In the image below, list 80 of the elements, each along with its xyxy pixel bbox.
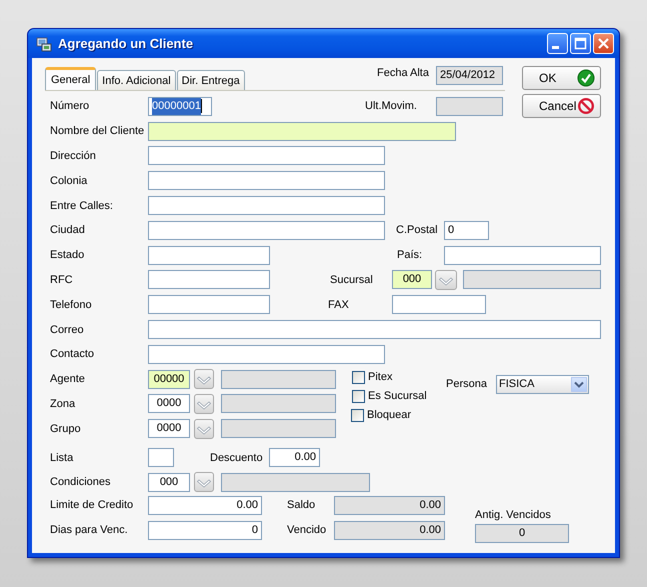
text-field[interactable] <box>148 448 174 468</box>
field-label: Saldo <box>287 498 316 512</box>
dropdown-button[interactable] <box>194 394 214 414</box>
field-label: Pitex <box>368 370 394 384</box>
field-label: Ult.Movim. <box>365 99 418 114</box>
field-label: Telefono <box>50 298 93 312</box>
field-label: Dirección <box>50 148 97 163</box>
field-label: RFC <box>50 272 74 287</box>
text-field[interactable] <box>148 196 385 216</box>
text-field[interactable]: 0 <box>148 520 262 540</box>
dropdown-button[interactable] <box>435 270 457 290</box>
text-field[interactable]: 0.00 <box>148 496 262 515</box>
text-field[interactable] <box>148 171 385 190</box>
prohibited-icon <box>577 97 595 115</box>
text-field[interactable]: 0000 <box>148 394 190 414</box>
tab[interactable]: Info. Adicional <box>97 70 176 90</box>
text-field[interactable] <box>444 246 601 265</box>
field-label: País: <box>397 248 424 262</box>
dropdown-button[interactable] <box>194 418 214 439</box>
cancel-button[interactable]: Cancel <box>522 94 601 118</box>
field-label: Nombre del Cliente <box>50 124 145 138</box>
text-field[interactable]: 000 <box>392 270 432 290</box>
text-field[interactable] <box>148 122 456 141</box>
field-label: Sucursal <box>330 272 374 287</box>
text-field[interactable]: 0 <box>444 220 489 240</box>
close-button[interactable] <box>593 33 614 54</box>
field-label: Vencido <box>287 523 328 538</box>
field-label: Colonia <box>50 174 88 188</box>
field-label: Zona <box>50 396 76 411</box>
text-field[interactable] <box>148 146 385 166</box>
text-field[interactable] <box>148 246 270 265</box>
field-label: C.Postal <box>396 223 439 238</box>
field-label: Es Sucursal <box>368 389 428 404</box>
chevron-down-icon <box>574 380 584 388</box>
field-label: Contacto <box>50 347 96 362</box>
field-label: Grupo <box>50 422 82 436</box>
field-label: Ciudad <box>50 223 86 238</box>
window-title: Agregando un Cliente <box>58 36 194 51</box>
field-label: FAX <box>328 298 350 312</box>
field-label: Entre Calles: <box>50 198 114 213</box>
text-field[interactable] <box>148 270 270 290</box>
text-field[interactable]: 00000 <box>148 370 190 389</box>
text-field[interactable]: 000 <box>148 472 190 492</box>
checkbox[interactable] <box>351 408 364 422</box>
text-field[interactable]: 0.00 <box>269 448 320 468</box>
tab[interactable]: Dir. Entrega <box>176 70 245 90</box>
field-label: Persona <box>446 377 488 392</box>
text-field[interactable] <box>148 220 385 240</box>
check-icon <box>577 69 595 87</box>
field-label: Antig. Vencidos <box>475 508 552 522</box>
field-label: Agente <box>50 372 86 386</box>
text-field[interactable] <box>148 344 385 364</box>
field-label: Condiciones <box>50 475 112 490</box>
dropdown-button[interactable] <box>194 369 214 390</box>
tab[interactable]: General <box>45 67 96 90</box>
field-label: Limite de Credito <box>50 498 134 512</box>
maximize-icon <box>574 37 587 50</box>
minimize-button[interactable] <box>547 33 568 54</box>
field-label: Bloquear <box>367 408 412 422</box>
text-field[interactable]: 0000 <box>148 419 190 438</box>
field-label: Fecha Alta <box>377 66 430 80</box>
text-field[interactable] <box>148 320 601 340</box>
close-icon <box>597 37 610 50</box>
computer-icon <box>36 36 52 52</box>
field-label: Número <box>50 99 90 114</box>
text-field[interactable] <box>392 295 486 314</box>
minimize-icon <box>552 46 559 49</box>
checkbox[interactable] <box>352 390 365 403</box>
text-field[interactable]: 00000001 <box>148 96 212 116</box>
field-label: Dias para Venc. <box>50 523 129 538</box>
ok-button[interactable]: OK <box>522 66 601 90</box>
checkbox[interactable] <box>352 370 365 384</box>
field-label: Lista <box>50 450 74 465</box>
dropdown-button[interactable] <box>194 472 214 492</box>
text-field[interactable] <box>148 295 270 314</box>
field-label: Descuento <box>210 450 264 465</box>
maximize-button[interactable] <box>570 33 591 54</box>
field-label: Correo <box>50 322 85 337</box>
select-field[interactable]: FISICA <box>496 374 589 394</box>
field-label: Estado <box>50 248 86 262</box>
